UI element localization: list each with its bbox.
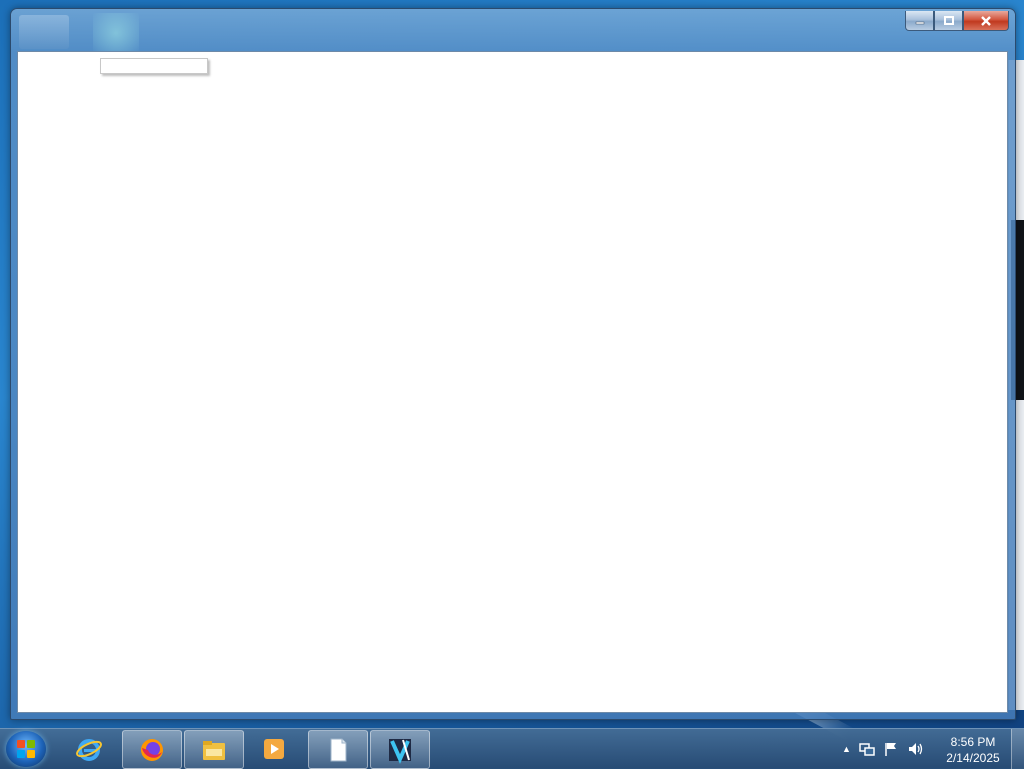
taskbar-video-editor[interactable] bbox=[370, 730, 430, 769]
minimize-button[interactable] bbox=[905, 11, 934, 31]
maximize-button[interactable] bbox=[934, 11, 963, 31]
ie-icon bbox=[76, 738, 102, 761]
document-icon bbox=[330, 738, 347, 761]
start-button[interactable] bbox=[6, 731, 46, 767]
volume-icon[interactable] bbox=[907, 741, 925, 757]
taskbar: ▲ 8:56 PM 2/14/2025 bbox=[0, 728, 1024, 769]
minimize-icon bbox=[915, 21, 924, 24]
window-app-icon-ghost bbox=[19, 15, 69, 49]
network-icon[interactable] bbox=[859, 741, 875, 757]
taskbar-document[interactable] bbox=[308, 730, 368, 769]
taskbar-media-player[interactable] bbox=[245, 730, 303, 767]
taskbar-firefox[interactable] bbox=[122, 730, 182, 769]
main-window bbox=[10, 8, 1016, 720]
window-title-ghost bbox=[93, 13, 139, 53]
close-icon bbox=[981, 15, 991, 26]
media-player-icon bbox=[264, 738, 284, 759]
folder-icon bbox=[203, 740, 225, 760]
show-desktop-button[interactable] bbox=[1011, 729, 1024, 769]
windows-logo-icon bbox=[17, 740, 35, 758]
clock-time: 8:56 PM bbox=[950, 735, 996, 749]
show-hidden-icons-button[interactable]: ▲ bbox=[842, 744, 851, 754]
maximize-icon bbox=[943, 15, 954, 25]
flag-icon[interactable] bbox=[883, 741, 899, 757]
close-button[interactable] bbox=[963, 11, 1009, 31]
empty-popup-box bbox=[100, 58, 208, 74]
window-client-area[interactable] bbox=[17, 51, 1008, 713]
taskbar-internet-explorer[interactable] bbox=[60, 730, 118, 767]
clock-date: 2/14/2025 bbox=[946, 751, 1000, 765]
taskbar-clock[interactable]: 8:56 PM 2/14/2025 bbox=[940, 734, 1006, 766]
firefox-icon bbox=[141, 738, 163, 761]
system-tray: ▲ bbox=[842, 737, 925, 761]
taskbar-file-explorer[interactable] bbox=[184, 730, 244, 769]
video-editor-icon bbox=[389, 738, 411, 764]
caption-buttons bbox=[905, 11, 1009, 31]
